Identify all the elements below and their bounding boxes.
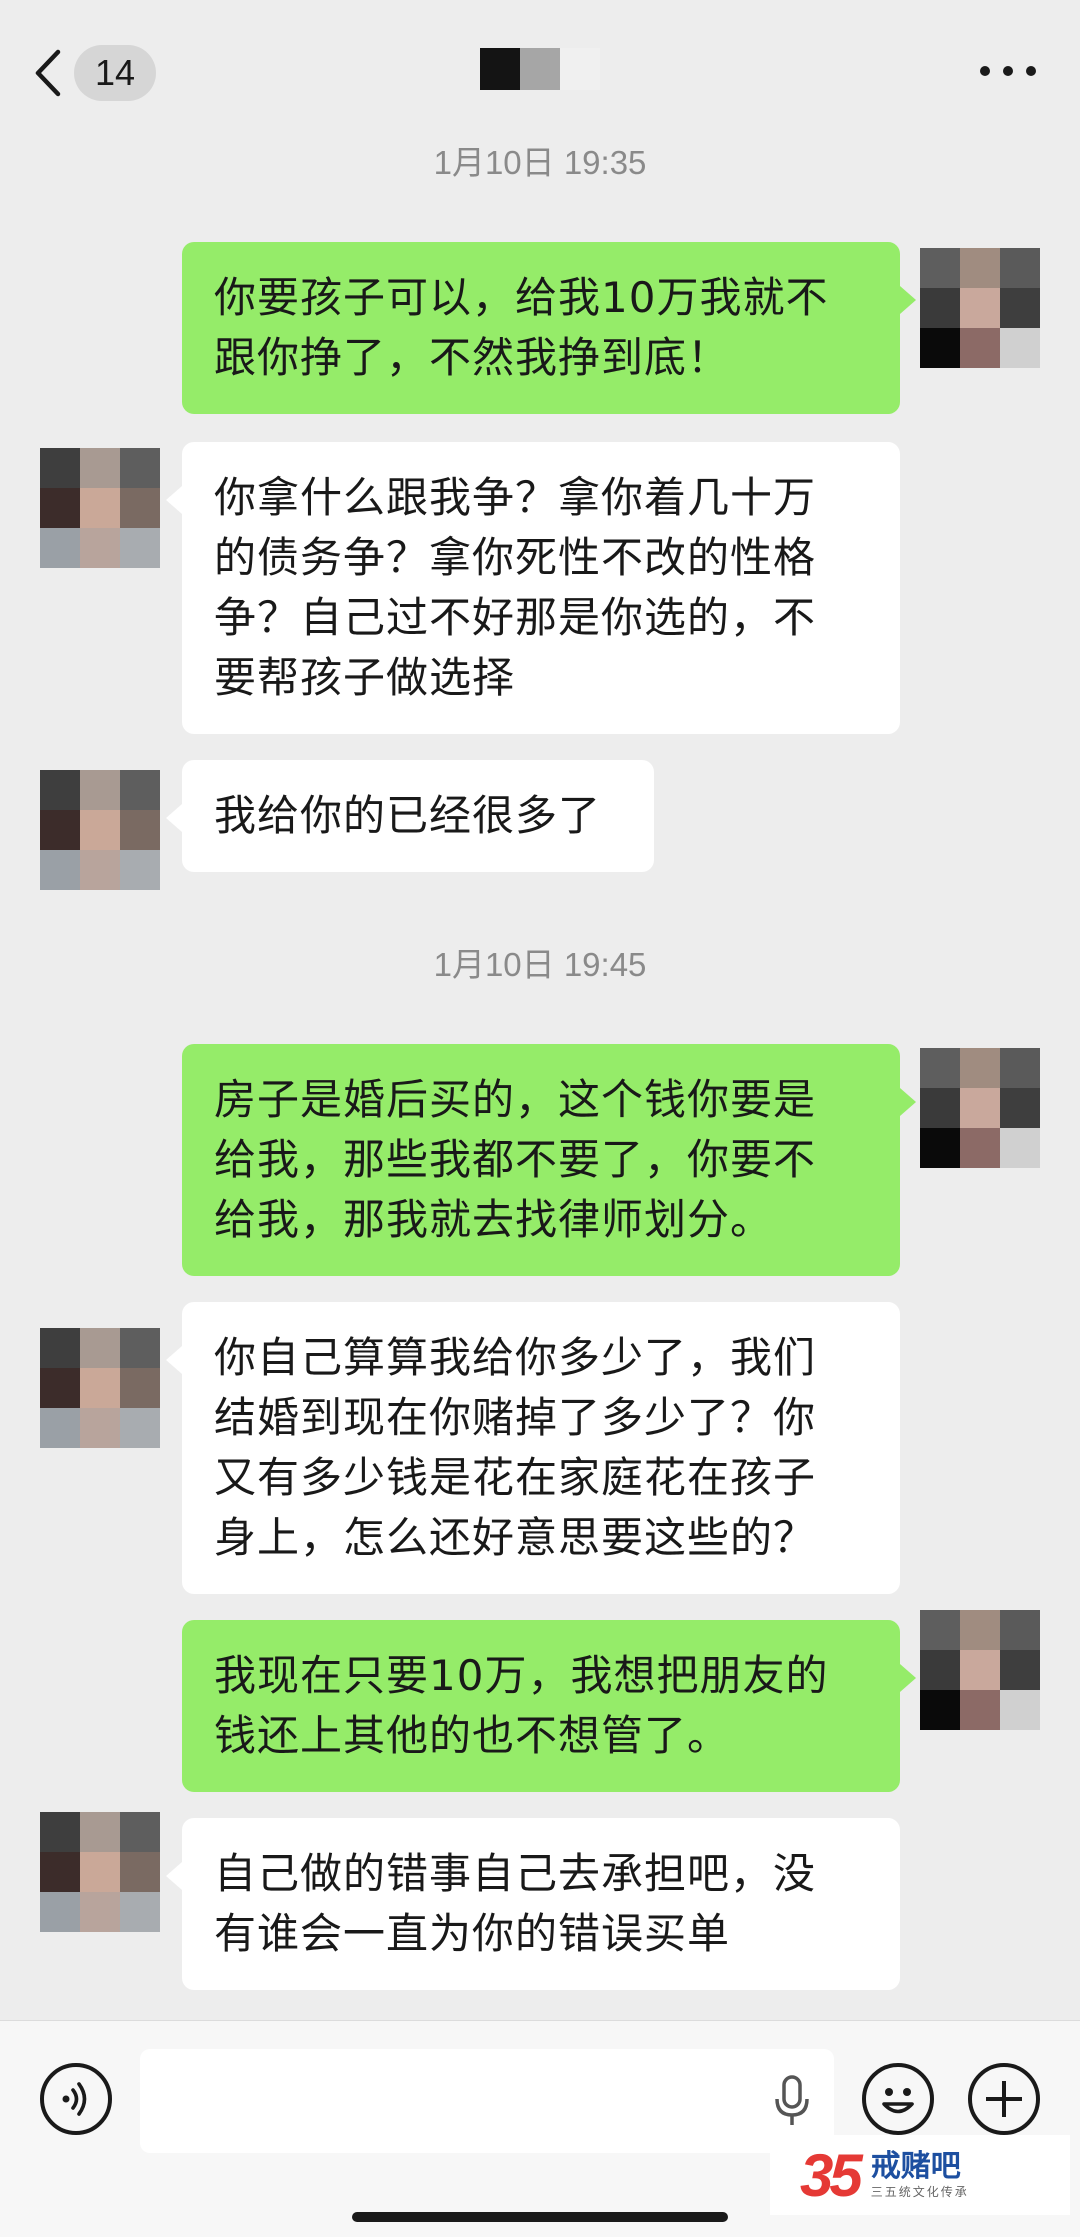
chat-header: 14: [0, 0, 1080, 130]
avatar-pixel: [80, 850, 120, 890]
chat-title-redacted: [480, 48, 600, 90]
incoming-message-bubble[interactable]: 你拿什么跟我争？拿你着几十万 的债务争？拿你死性不改的性格 争？自己过不好那是你…: [166, 442, 900, 734]
avatar-pixel: [960, 248, 1000, 288]
avatar-pixel: [80, 1408, 120, 1448]
avatar-pixel: [960, 1088, 1000, 1128]
contact-avatar[interactable]: [40, 770, 160, 890]
incoming-message-bubble[interactable]: 自己做的错事自己去承担吧，没 有谁会一直为你的错误买单: [166, 1818, 900, 1990]
watermark-number: 35: [800, 2141, 863, 2209]
avatar-pixel: [1000, 1128, 1040, 1168]
avatar-pixel: [40, 770, 80, 810]
avatar-pixel: [80, 1852, 120, 1892]
avatar-pixel: [120, 810, 160, 850]
avatar-pixel: [40, 1892, 80, 1932]
avatar-pixel: [80, 528, 120, 568]
avatar-pixel: [1000, 1690, 1040, 1730]
avatar-pixel: [1000, 328, 1040, 368]
emoji-icon[interactable]: [862, 2063, 934, 2135]
avatar-pixel: [1000, 1610, 1040, 1650]
avatar-pixel: [80, 448, 120, 488]
avatar-pixel: [960, 1048, 1000, 1088]
avatar-pixel: [120, 1812, 160, 1852]
home-indicator[interactable]: [352, 2212, 728, 2222]
avatar-pixel: [920, 1650, 960, 1690]
unread-count-badge: 14: [74, 45, 156, 101]
avatar-pixel: [80, 1368, 120, 1408]
mic-icon[interactable]: [772, 2073, 812, 2131]
avatar-pixel: [40, 1368, 80, 1408]
avatar-pixel: [960, 1690, 1000, 1730]
incoming-message-bubble[interactable]: 我给你的已经很多了: [166, 760, 654, 872]
avatar-pixel: [920, 1690, 960, 1730]
avatar-pixel: [920, 328, 960, 368]
avatar-pixel: [120, 1852, 160, 1892]
avatar-pixel: [960, 1128, 1000, 1168]
avatar-pixel: [40, 810, 80, 850]
avatar-pixel: [120, 770, 160, 810]
incoming-message-bubble[interactable]: 你自己算算我给你多少了，我们 结婚到现在你赌掉了多少了？你 又有多少钱是花在家庭…: [166, 1302, 900, 1594]
avatar-pixel: [120, 850, 160, 890]
avatar-pixel: [920, 1610, 960, 1650]
watermark-logo: 35 戒赌吧 三五统文化传承: [770, 2135, 1070, 2215]
avatar-pixel: [120, 448, 160, 488]
avatar-pixel: [920, 248, 960, 288]
avatar-pixel: [40, 1328, 80, 1368]
avatar-pixel: [80, 1328, 120, 1368]
user-avatar[interactable]: [920, 1610, 1040, 1730]
avatar-pixel: [920, 1088, 960, 1128]
avatar-pixel: [920, 1048, 960, 1088]
avatar-pixel: [40, 1812, 80, 1852]
avatar-pixel: [40, 1408, 80, 1448]
avatar-pixel: [120, 1328, 160, 1368]
avatar-pixel: [40, 528, 80, 568]
plus-icon[interactable]: [968, 2063, 1040, 2135]
back-button[interactable]: 14: [30, 44, 156, 102]
avatar-pixel: [80, 1892, 120, 1932]
avatar-pixel: [40, 488, 80, 528]
avatar-pixel: [1000, 248, 1040, 288]
message-timestamp: 1月10日 19:45: [433, 946, 647, 983]
avatar-pixel: [1000, 1650, 1040, 1690]
avatar-pixel: [120, 488, 160, 528]
contact-avatar[interactable]: [40, 448, 160, 568]
avatar-pixel: [120, 528, 160, 568]
outgoing-message-bubble[interactable]: 我现在只要10万，我想把朋友的 钱还上其他的也不想管了。: [182, 1620, 916, 1792]
watermark-subtitle: 三五统文化传承: [870, 2185, 969, 2199]
avatar-pixel: [920, 288, 960, 328]
chevron-left-icon: [35, 49, 61, 97]
outgoing-message-bubble[interactable]: 房子是婚后买的，这个钱你要是 给我，那些我都不要了，你要不 给我，那我就去找律师…: [182, 1044, 916, 1276]
avatar-pixel: [120, 1892, 160, 1932]
avatar-pixel: [80, 488, 120, 528]
message-input[interactable]: [140, 2049, 834, 2153]
avatar-pixel: [40, 1852, 80, 1892]
avatar-pixel: [960, 1650, 1000, 1690]
avatar-pixel: [960, 1610, 1000, 1650]
avatar-pixel: [80, 770, 120, 810]
avatar-pixel: [120, 1368, 160, 1408]
avatar-pixel: [40, 448, 80, 488]
outgoing-message-bubble[interactable]: 你要孩子可以，给我10万我就不 跟你挣了，不然我挣到底！: [182, 242, 916, 414]
watermark-title: 戒赌吧: [870, 2149, 961, 2184]
user-avatar[interactable]: [920, 1048, 1040, 1168]
voice-icon[interactable]: [40, 2063, 112, 2135]
avatar-pixel: [960, 328, 1000, 368]
avatar-pixel: [1000, 1088, 1040, 1128]
avatar-pixel: [80, 810, 120, 850]
avatar-pixel: [920, 1128, 960, 1168]
avatar-pixel: [1000, 288, 1040, 328]
user-avatar[interactable]: [920, 248, 1040, 368]
contact-avatar[interactable]: [40, 1328, 160, 1448]
more-options-button[interactable]: [980, 56, 1036, 86]
message-timestamp: 1月10日 19:35: [433, 144, 647, 181]
contact-avatar[interactable]: [40, 1812, 160, 1932]
avatar-pixel: [120, 1408, 160, 1448]
avatar-pixel: [40, 850, 80, 890]
avatar-pixel: [80, 1812, 120, 1852]
avatar-pixel: [960, 288, 1000, 328]
avatar-pixel: [1000, 1048, 1040, 1088]
